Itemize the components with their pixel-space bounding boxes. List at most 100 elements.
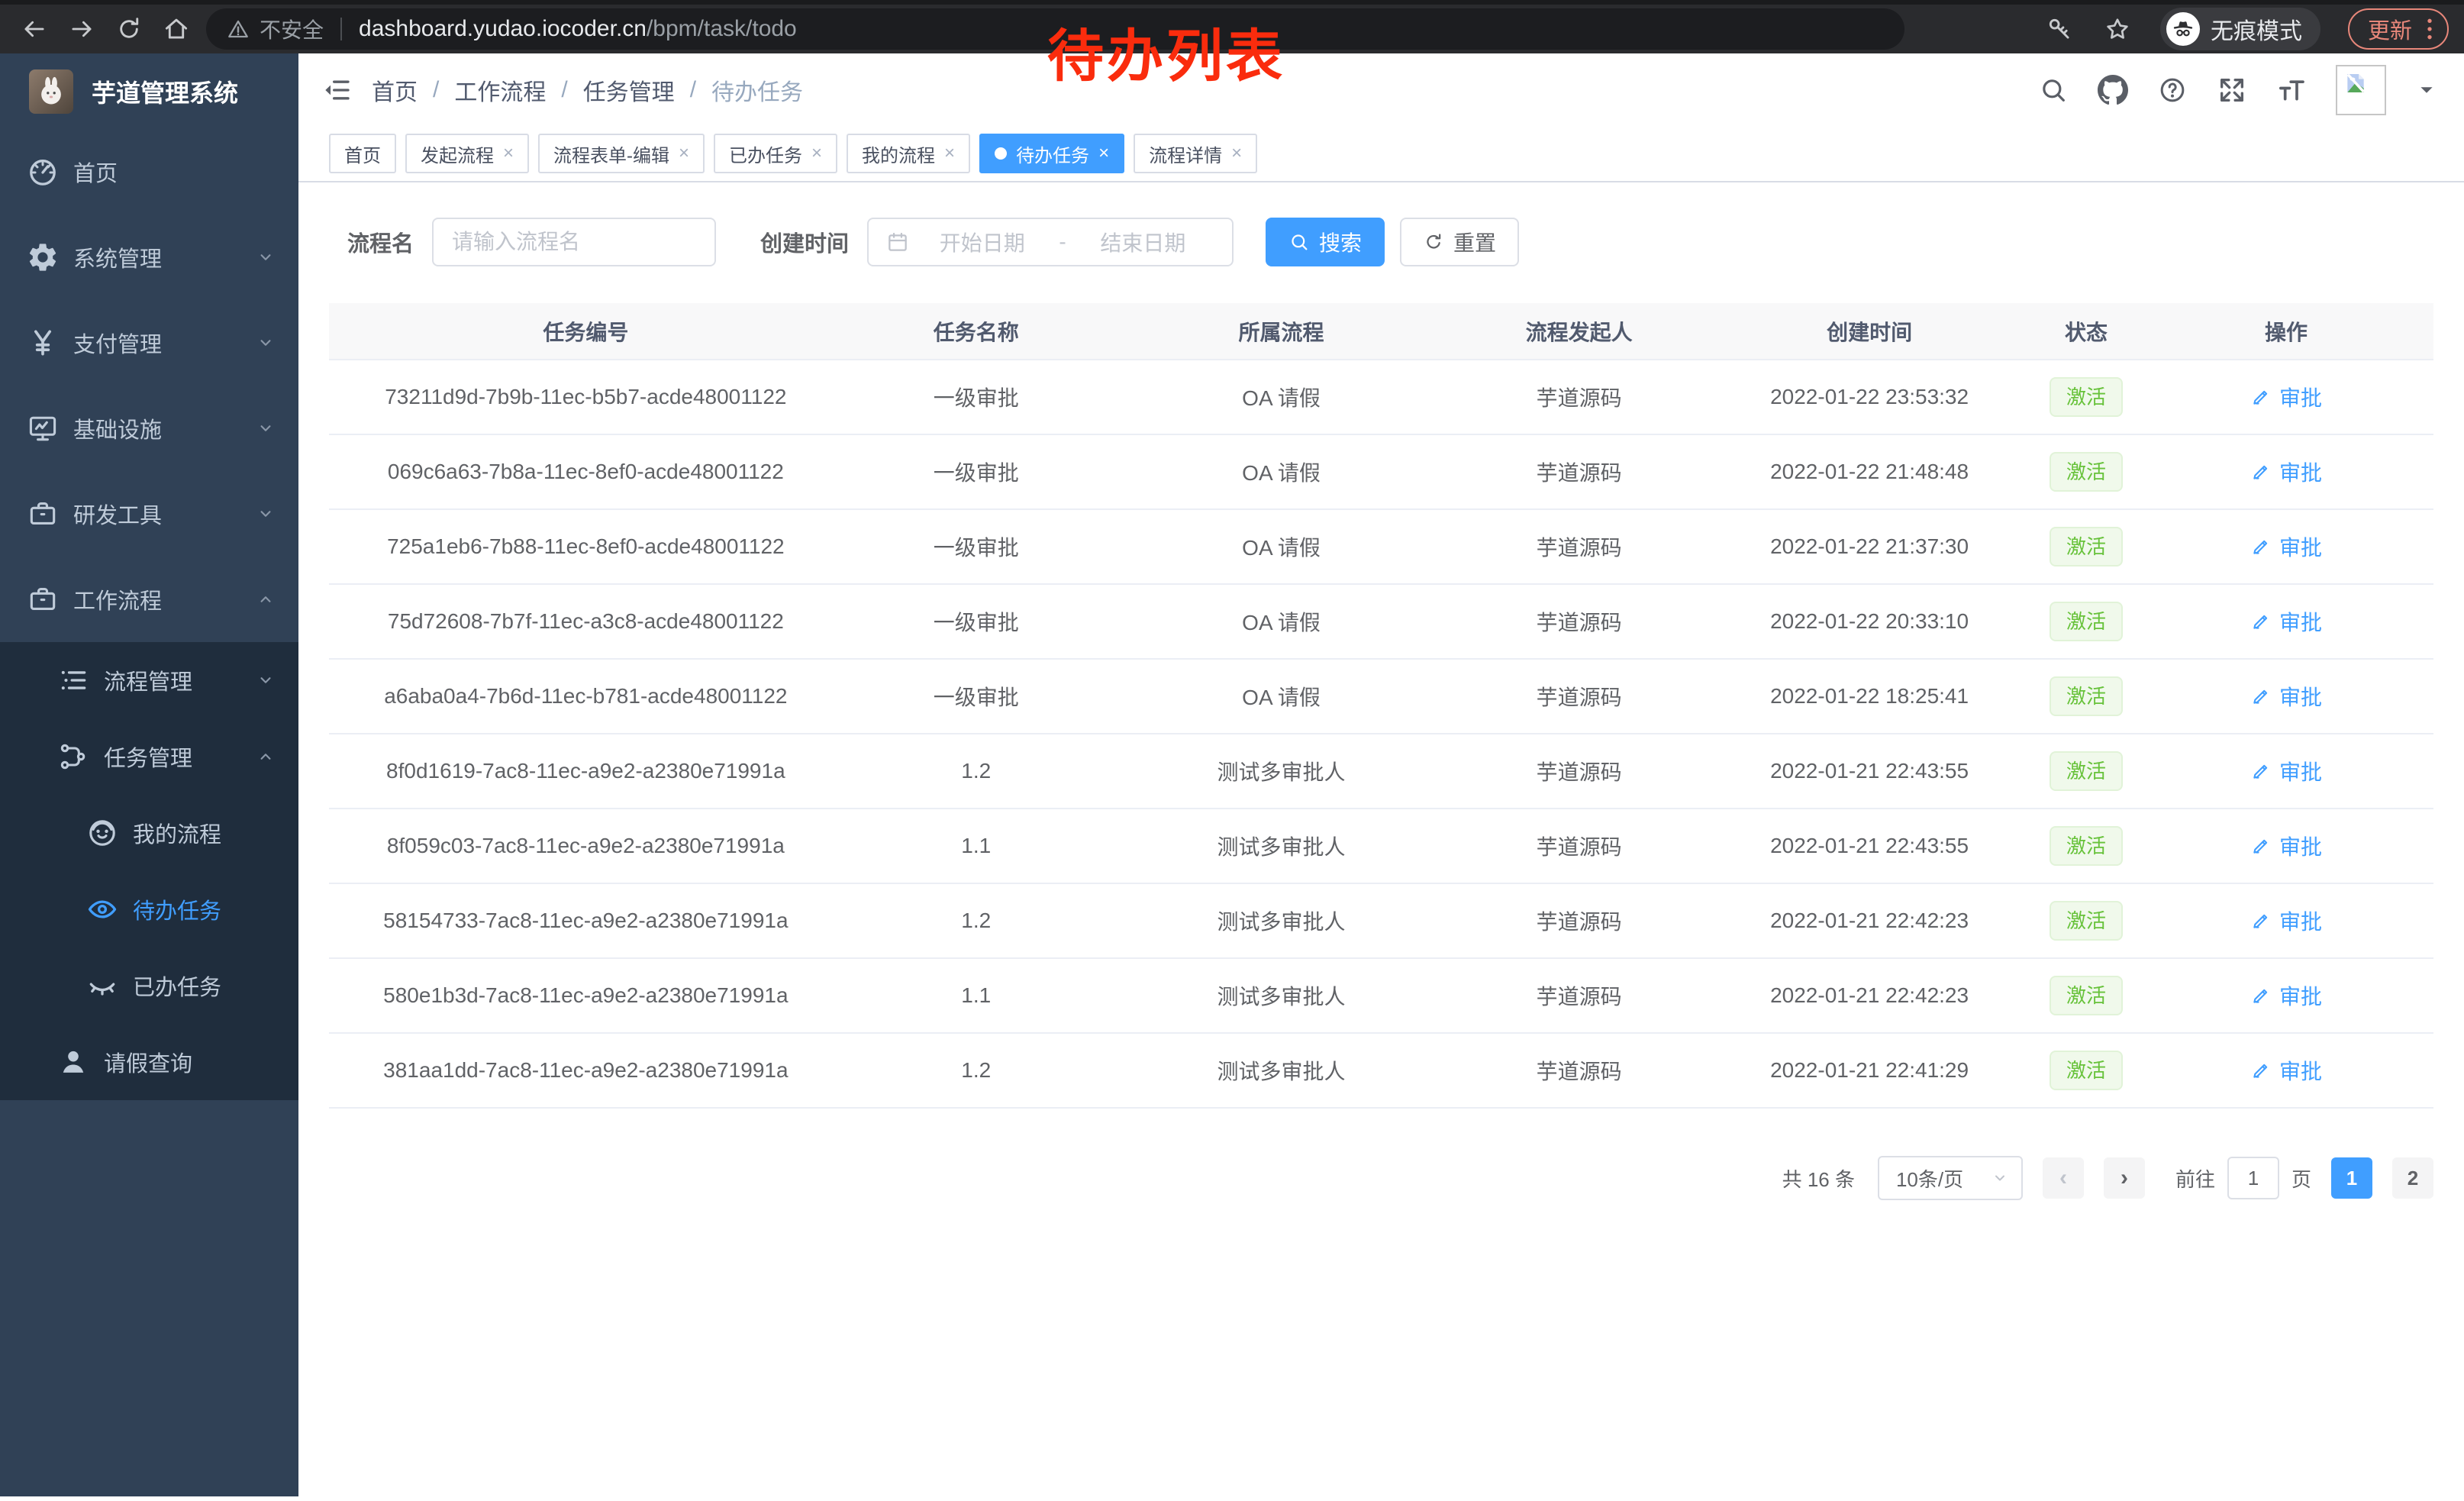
table-row: 58154733-7ac8-11ec-a9e2-a2380e71991a 1.2…: [329, 883, 2433, 958]
incognito-icon: [2166, 12, 2200, 46]
tab-close-icon[interactable]: ×: [1098, 144, 1109, 163]
status-badge: 激活: [2050, 377, 2123, 417]
cell-task-id: 8f0d1619-7ac8-11ec-a9e2-a2380e71991a: [329, 734, 843, 809]
browser-back-button[interactable]: [11, 8, 58, 50]
sidebar-menu-item[interactable]: 支付管理: [0, 300, 298, 386]
page-size-select[interactable]: 10条/页: [1878, 1156, 2023, 1200]
sidebar-menu-item[interactable]: 待办任务: [0, 871, 298, 947]
start-date-placeholder[interactable]: 开始日期: [910, 227, 1054, 257]
view-tab[interactable]: 流程详情 ×: [1134, 134, 1257, 173]
cell-created-time: 2022-01-22 21:48:48: [1705, 434, 2033, 509]
tags-view-bar: 首页 发起流程 × 流程表单-编辑 × 已办任务 ×: [298, 126, 2464, 182]
select-chevron-down-icon: [1991, 1169, 2009, 1187]
tab-label: 已办任务: [729, 140, 802, 167]
approve-link[interactable]: 审批: [2250, 457, 2322, 487]
approve-link[interactable]: 审批: [2250, 606, 2322, 637]
cell-task-id: 381aa1dd-7ac8-11ec-a9e2-a2380e71991a: [329, 1033, 843, 1108]
menu-item-label: 基础设施: [73, 412, 162, 444]
page-number-button[interactable]: 1: [2331, 1157, 2372, 1199]
github-icon[interactable]: [2098, 75, 2128, 105]
sidebar-menu-item[interactable]: 已办任务: [0, 947, 298, 1024]
cell-process: 测试多审批人: [1110, 809, 1453, 883]
browser-forward-button[interactable]: [58, 8, 105, 50]
breadcrumb-item[interactable]: 工作流程/: [454, 73, 582, 107]
breadcrumb-item[interactable]: 待办任务/: [711, 73, 803, 107]
reset-button[interactable]: 重置: [1400, 218, 1519, 266]
menu-item-icon: [56, 740, 90, 773]
browser-reload-button[interactable]: [105, 8, 153, 50]
user-avatar[interactable]: [2336, 65, 2386, 115]
cell-task-id: 8f059c03-7ac8-11ec-a9e2-a2380e71991a: [329, 809, 843, 883]
sidebar-menu-item[interactable]: 任务管理: [0, 718, 298, 795]
menu-item-label: 系统管理: [73, 241, 162, 273]
breadcrumb-item[interactable]: 任务管理/: [583, 73, 711, 107]
sidebar-menu-item[interactable]: 我的流程: [0, 795, 298, 871]
chevron-icon: [256, 747, 276, 767]
approve-link[interactable]: 审批: [2250, 756, 2322, 786]
password-key-button[interactable]: [2044, 8, 2075, 50]
approve-link[interactable]: 审批: [2250, 980, 2322, 1011]
approve-link[interactable]: 审批: [2250, 681, 2322, 712]
date-range-picker[interactable]: 开始日期 - 结束日期: [867, 218, 1234, 266]
sidebar-menu-item[interactable]: 流程管理: [0, 642, 298, 718]
cell-process: 测试多审批人: [1110, 883, 1453, 958]
menu-item-label: 已办任务: [133, 970, 221, 1002]
page-number-button[interactable]: 2: [2392, 1157, 2433, 1199]
tab-close-icon[interactable]: ×: [944, 144, 955, 163]
tab-close-icon[interactable]: ×: [503, 144, 514, 163]
cell-task-id: 580e1b3d-7ac8-11ec-a9e2-a2380e71991a: [329, 958, 843, 1033]
approve-link[interactable]: 审批: [2250, 382, 2322, 412]
menu-item-icon: [26, 155, 60, 189]
cell-task-name: 1.1: [843, 809, 1110, 883]
pagination: 共 16 条 10条/页 ‹ › 前往 页 12: [329, 1156, 2433, 1200]
sidebar-menu-item[interactable]: 首页: [0, 129, 298, 215]
browser-home-button[interactable]: [153, 8, 200, 50]
view-tab[interactable]: 待办任务 ×: [979, 134, 1124, 173]
incognito-badge: 无痕模式: [2160, 8, 2320, 50]
approve-link[interactable]: 审批: [2250, 905, 2322, 936]
avatar-caret-down-icon[interactable]: [2417, 80, 2437, 100]
approve-link[interactable]: 审批: [2250, 1055, 2322, 1086]
search-button[interactable]: 搜索: [1266, 218, 1385, 266]
view-tab[interactable]: 我的流程 ×: [847, 134, 970, 173]
prev-page-button[interactable]: ‹: [2043, 1157, 2084, 1199]
breadcrumb-item[interactable]: 首页/: [372, 73, 454, 107]
approve-link[interactable]: 审批: [2250, 531, 2322, 562]
menu-item-icon: [26, 412, 60, 445]
view-tab[interactable]: 流程表单-编辑 ×: [538, 134, 705, 173]
sidebar-menu-item[interactable]: 工作流程: [0, 557, 298, 642]
view-tab[interactable]: 首页: [329, 134, 396, 173]
pencil-icon: [2250, 461, 2272, 483]
font-size-icon[interactable]: [2276, 75, 2307, 105]
fullscreen-icon[interactable]: [2217, 75, 2247, 105]
sidebar-menu-item[interactable]: 请假查询: [0, 1024, 298, 1100]
chevron-icon: [256, 333, 276, 353]
app-logo-row[interactable]: 芋道管理系统: [0, 53, 298, 129]
sidebar-menu-item[interactable]: 系统管理: [0, 215, 298, 300]
page-url: dashboard.yudao.iocoder.cn/bpm/task/todo: [359, 16, 797, 42]
tab-close-icon[interactable]: ×: [679, 144, 689, 163]
reload-icon: [114, 15, 144, 44]
bookmark-star-button[interactable]: [2102, 8, 2133, 50]
approve-link[interactable]: 审批: [2250, 831, 2322, 861]
create-time-label: 创建时间: [760, 226, 849, 258]
browser-menu-icon[interactable]: [2426, 17, 2433, 41]
cell-task-name: 一级审批: [843, 584, 1110, 659]
sidebar-menu-item[interactable]: 基础设施: [0, 386, 298, 471]
tab-close-icon[interactable]: ×: [811, 144, 822, 163]
table-row: 725a1eb6-7b88-11ec-8ef0-acde48001122 一级审…: [329, 509, 2433, 584]
end-date-placeholder[interactable]: 结束日期: [1071, 227, 1215, 257]
cell-task-id: a6aba0a4-7b6d-11ec-b781-acde48001122: [329, 659, 843, 734]
help-icon[interactable]: [2157, 75, 2188, 105]
sidebar-menu-item[interactable]: 研发工具: [0, 471, 298, 557]
process-name-input[interactable]: [432, 218, 716, 266]
browser-update-button[interactable]: 更新: [2348, 8, 2449, 50]
search-icon[interactable]: [2038, 75, 2069, 105]
view-tab[interactable]: 发起流程 ×: [405, 134, 529, 173]
tab-close-icon[interactable]: ×: [1231, 144, 1242, 163]
view-tab[interactable]: 已办任务 ×: [714, 134, 837, 173]
sidebar-collapse-button[interactable]: [312, 66, 361, 115]
next-page-button[interactable]: ›: [2104, 1157, 2145, 1199]
active-tab-dot: [995, 147, 1007, 160]
goto-page-input[interactable]: [2227, 1157, 2279, 1199]
